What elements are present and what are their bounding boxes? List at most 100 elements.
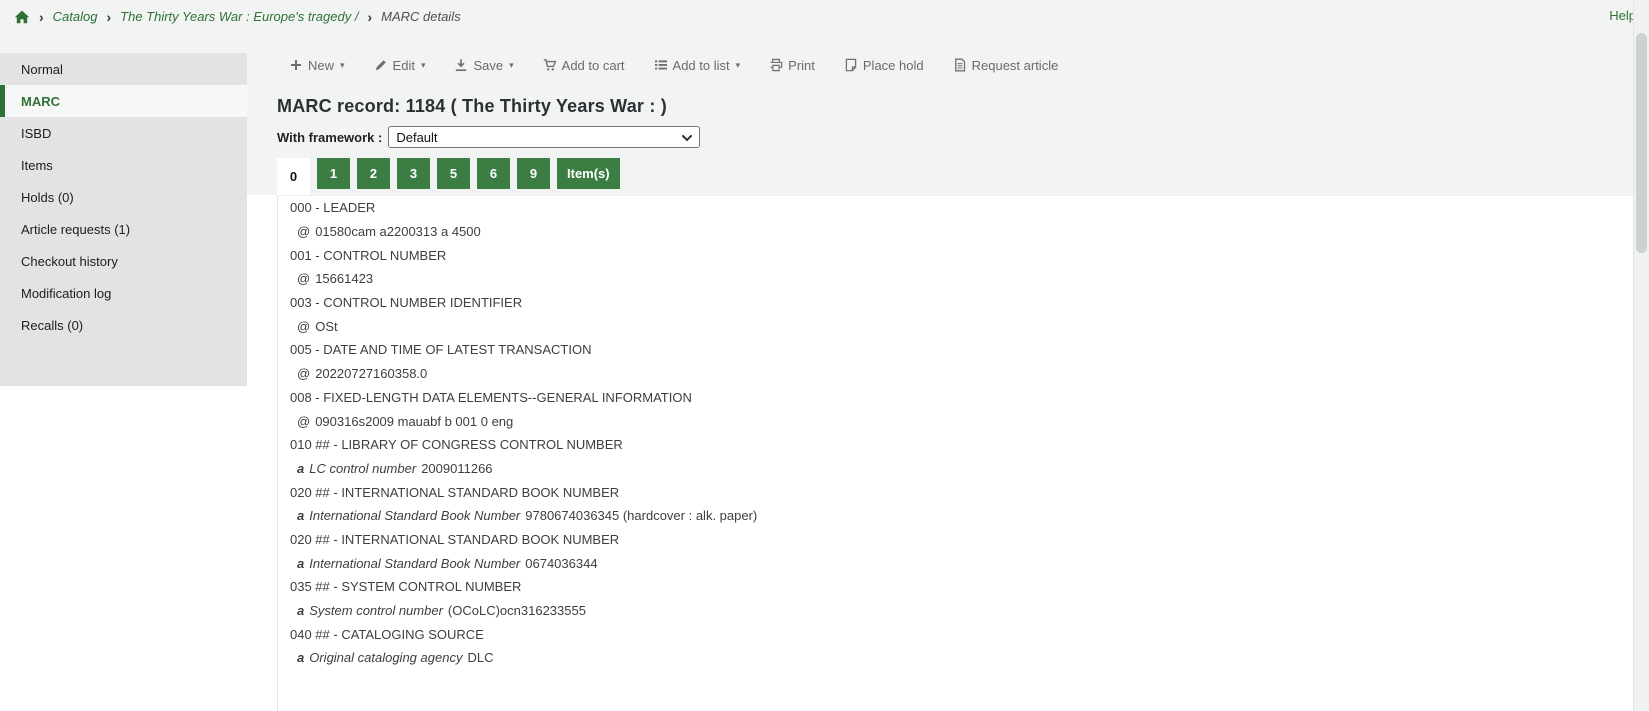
download-icon <box>454 58 468 72</box>
framework-selected-value: Default <box>396 130 437 145</box>
toolbar-button-label: Save <box>473 58 503 73</box>
sidebar-item-normal[interactable]: Normal <box>0 53 247 85</box>
subfield-value: 20220727160358.0 <box>315 366 427 381</box>
help-link[interactable]: Help <box>1609 8 1636 23</box>
toolbar-button-label: New <box>308 58 334 73</box>
home-icon[interactable] <box>14 10 30 24</box>
marc-tag-line: 008 - FIXED-LENGTH DATA ELEMENTS--GENERA… <box>278 386 1633 410</box>
toolbar-button-label: Edit <box>393 58 415 73</box>
marc-tag-line: 003 - CONTROL NUMBER IDENTIFIER <box>278 291 1633 315</box>
tab-2[interactable]: 2 <box>357 158 390 189</box>
marc-subfield-line: a Original cataloging agency DLC <box>278 646 1633 670</box>
subfield-value: 0674036344 <box>525 556 597 571</box>
sidebar-item-recalls-0[interactable]: Recalls (0) <box>0 309 247 341</box>
marc-subfield-line: @OSt <box>278 314 1633 338</box>
subfield-label: LC control number <box>309 461 416 476</box>
marc-subfield-line: @20220727160358.0 <box>278 362 1633 386</box>
document-icon <box>953 58 967 72</box>
sidebar-item-items[interactable]: Items <box>0 149 247 181</box>
subfield-label: Original cataloging agency <box>309 650 462 665</box>
subfield-value: 15661423 <box>315 271 373 286</box>
sidebar-item-isbd[interactable]: ISBD <box>0 117 247 149</box>
marc-tag-line: 001 - CONTROL NUMBER <box>278 243 1633 267</box>
subfield-code: @ <box>297 414 310 429</box>
marc-subfield-line: aInternational Standard Book Number06740… <box>278 551 1633 575</box>
subfield-code: a <box>297 603 304 618</box>
toolbar: New ▾ Edit▾ Save ▾ Add to cart Add to list▾ Pri… <box>289 53 1058 77</box>
marc-record-panel: 000 - LEADER@01580cam a2200313 a 4500001… <box>277 195 1633 711</box>
marc-tag-line: 005 - DATE AND TIME OF LATEST TRANSACTIO… <box>278 338 1633 362</box>
toolbar-button-label: Print <box>788 58 815 73</box>
subfield-code: @ <box>297 224 310 239</box>
marc-tag-line: 000 - LEADER <box>278 196 1633 220</box>
plus-icon <box>289 58 303 72</box>
subfield-code: a <box>297 508 304 523</box>
marc-subfield-line: a LC control number 2009011266 <box>278 457 1633 481</box>
toolbar-button-label: Add to list <box>673 58 730 73</box>
framework-label: With framework : <box>277 130 382 145</box>
subfield-code: @ <box>297 319 310 334</box>
sidebar-item-checkout-history[interactable]: Checkout history <box>0 245 247 277</box>
sidebar-item-marc[interactable]: MARC <box>0 85 247 117</box>
tab-3[interactable]: 3 <box>397 158 430 189</box>
cart-icon <box>543 58 557 72</box>
list-icon <box>654 58 668 72</box>
chevron-down-icon <box>682 130 692 145</box>
caret-down-icon: ▾ <box>509 60 514 71</box>
place-hold-icon <box>844 58 858 72</box>
caret-down-icon: ▾ <box>340 60 345 71</box>
subfield-code: @ <box>297 366 310 381</box>
place-hold-button[interactable]: Place hold <box>844 58 924 73</box>
pencil-icon <box>374 58 388 72</box>
scrollbar-thumb[interactable] <box>1636 33 1647 253</box>
breadcrumb-separator: › <box>106 9 111 25</box>
tab-item-s[interactable]: Item(s) <box>557 158 620 189</box>
marc-subfield-line: a System control number (OCoLC)ocn31623355… <box>278 599 1633 623</box>
marc-field-list: 000 - LEADER@01580cam a2200313 a 4500001… <box>278 196 1633 670</box>
print-button[interactable]: Print <box>769 58 815 73</box>
sidebar-item-article-requests-1[interactable]: Article requests (1) <box>0 213 247 245</box>
breadcrumb-current-page: MARC details <box>381 9 460 24</box>
toolbar-button-label: Add to cart <box>562 58 625 73</box>
subfield-value: 090316s2009 mauabf b 001 0 eng <box>315 414 513 429</box>
tab-6[interactable]: 6 <box>477 158 510 189</box>
subfield-label: International Standard Book Number <box>309 556 520 571</box>
subfield-value: DLC <box>467 650 493 665</box>
subfield-label: System control number <box>309 603 443 618</box>
save-button[interactable]: Save ▾ <box>454 58 513 73</box>
breadcrumb-catalog-link[interactable]: Catalog <box>53 9 98 24</box>
page-title: MARC record: 1184 ( The Thirty Years War… <box>277 96 667 117</box>
marc-tag-line: 040 ## - CATALOGING SOURCE <box>278 622 1633 646</box>
tab-9[interactable]: 9 <box>517 158 550 189</box>
tab-0[interactable]: 0 <box>277 158 310 195</box>
tab-1[interactable]: 1 <box>317 158 350 189</box>
printer-icon <box>769 58 783 72</box>
marc-subfield-line: @15661423 <box>278 267 1633 291</box>
request-article-button[interactable]: Request article <box>953 58 1059 73</box>
add-to-list-button[interactable]: Add to list▾ <box>654 58 741 73</box>
subfield-code: a <box>297 650 304 665</box>
marc-tag-line: 035 ## - SYSTEM CONTROL NUMBER <box>278 575 1633 599</box>
marc-tag-line: 020 ## - INTERNATIONAL STANDARD BOOK NUM… <box>278 528 1633 552</box>
sidebar-item-modification-log[interactable]: Modification log <box>0 277 247 309</box>
marc-tag-line: 010 ## - LIBRARY OF CONGRESS CONTROL NUM… <box>278 433 1633 457</box>
marc-tag-tabs: 0123569Item(s) <box>277 158 620 195</box>
new-button[interactable]: New ▾ <box>289 58 345 73</box>
add-to-cart-button[interactable]: Add to cart <box>543 58 625 73</box>
tab-5[interactable]: 5 <box>437 158 470 189</box>
vertical-scrollbar[interactable] <box>1633 0 1649 711</box>
subfield-value: 2009011266 <box>421 461 492 476</box>
framework-select[interactable]: Default <box>388 126 700 148</box>
edit-button[interactable]: Edit▾ <box>374 58 426 73</box>
breadcrumb: › Catalog › The Thirty Years War : Europ… <box>0 0 1649 33</box>
subfield-code: a <box>297 461 304 476</box>
marc-subfield-line: @090316s2009 mauabf b 001 0 eng <box>278 409 1633 433</box>
subfield-label: International Standard Book Number <box>309 508 520 523</box>
subfield-value: (OCoLC)ocn316233555 <box>448 603 586 618</box>
marc-tag-line: 020 ## - INTERNATIONAL STANDARD BOOK NUM… <box>278 480 1633 504</box>
subfield-value: 9780674036345 (hardcover : alk. paper) <box>525 508 757 523</box>
toolbar-button-label: Place hold <box>863 58 924 73</box>
sidebar-item-holds-0[interactable]: Holds (0) <box>0 181 247 213</box>
sidebar-view-menu: NormalMARCISBDItemsHolds (0)Article requ… <box>0 53 247 386</box>
breadcrumb-record-link[interactable]: The Thirty Years War : Europe's tragedy … <box>120 9 358 24</box>
